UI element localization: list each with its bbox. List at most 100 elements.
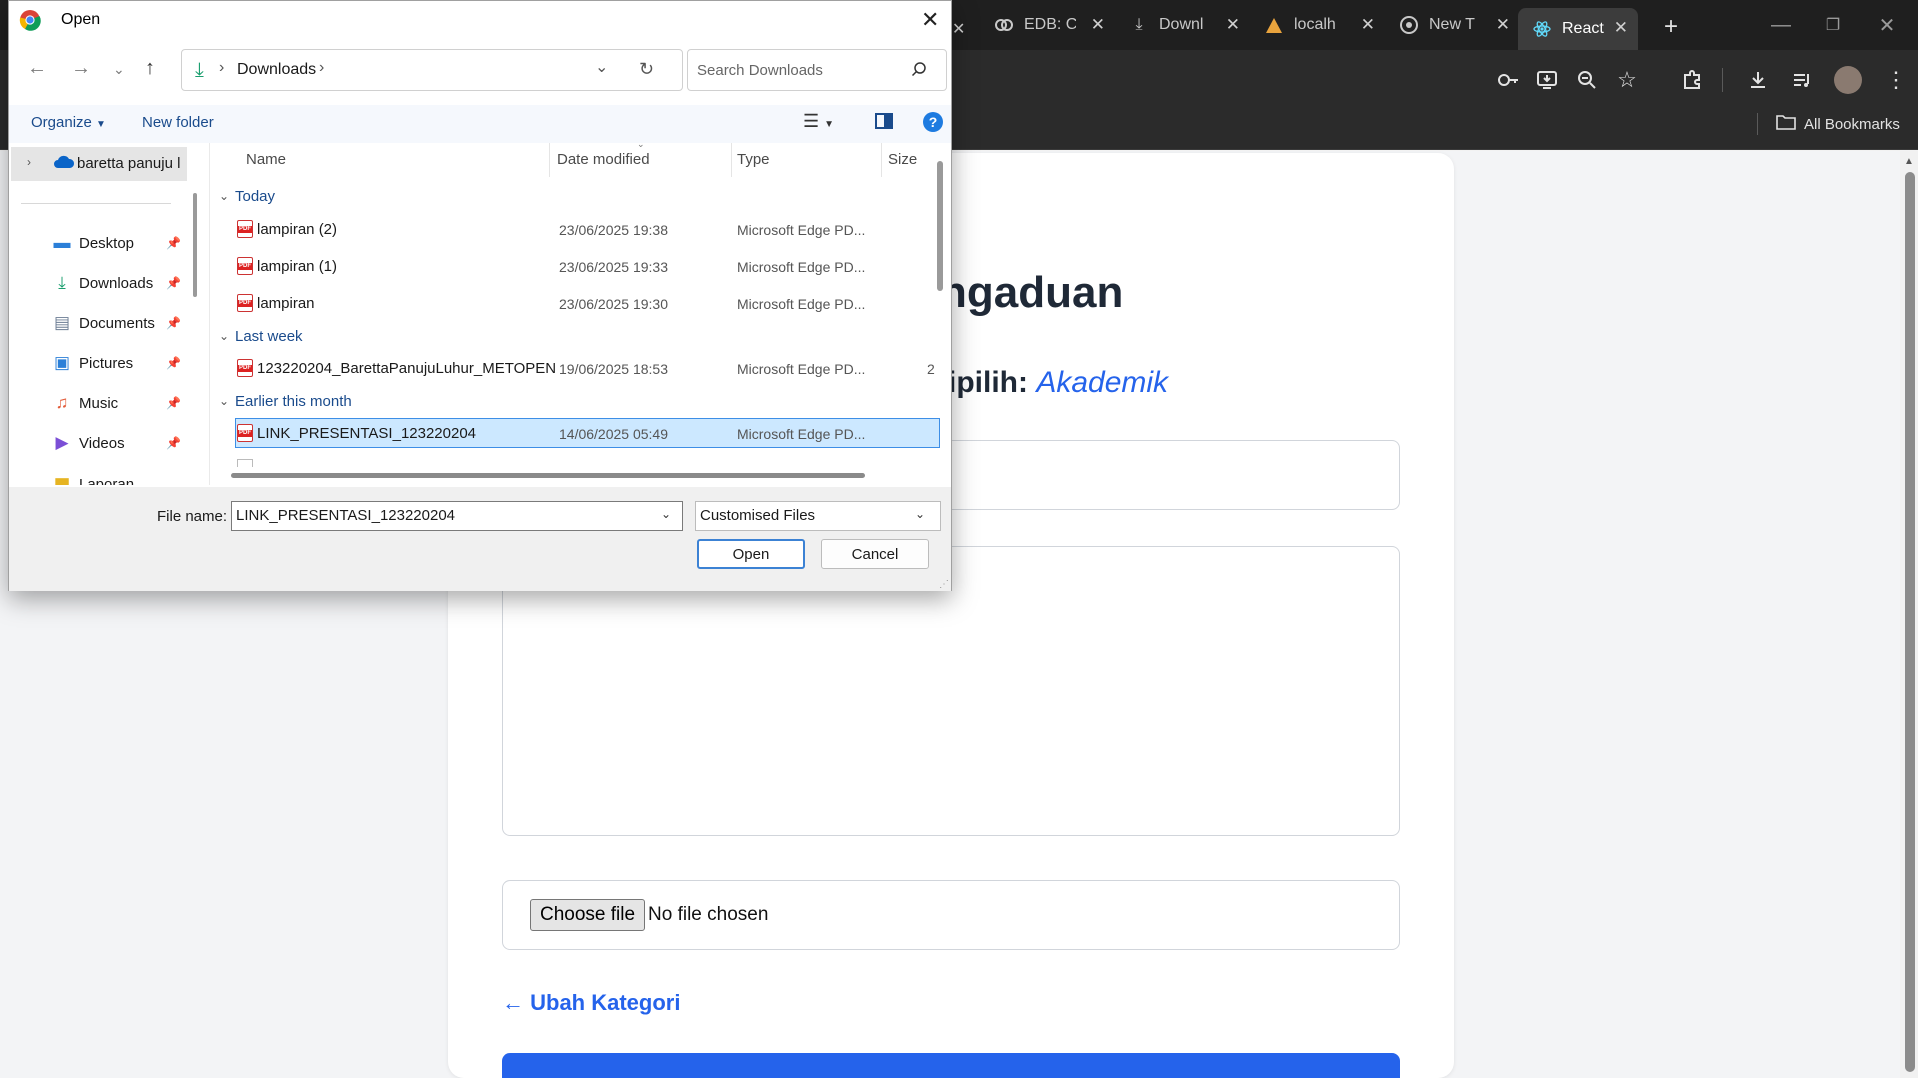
pin-icon[interactable]: 📌 bbox=[166, 356, 181, 370]
nav-item-downloads[interactable]: ⤓ Downloads bbox=[51, 266, 153, 300]
column-header-size[interactable]: Size bbox=[888, 151, 917, 168]
pane-divider[interactable] bbox=[209, 143, 210, 485]
file-date: 19/06/2025 18:53 bbox=[559, 361, 668, 377]
tab-close-icon[interactable]: ✕ bbox=[1614, 18, 1628, 38]
address-path[interactable]: Downloads bbox=[237, 61, 316, 79]
up-arrow-icon[interactable]: ↑ bbox=[145, 57, 155, 80]
chevron-down-icon[interactable]: ⌄ bbox=[915, 507, 925, 521]
scroll-up-icon[interactable]: ▲ bbox=[1904, 156, 1914, 167]
tab-react[interactable]: React ✕ bbox=[1518, 8, 1638, 50]
chevron-down-icon[interactable]: ⌄ bbox=[219, 329, 229, 343]
pin-icon[interactable]: 📌 bbox=[166, 236, 181, 250]
file-type: Microsoft Edge PD... bbox=[737, 259, 866, 275]
all-bookmarks-button[interactable]: All Bookmarks bbox=[1776, 114, 1900, 134]
extensions-icon[interactable] bbox=[1678, 66, 1706, 94]
close-window-icon[interactable]: ✕ bbox=[1870, 10, 1904, 40]
cancel-button[interactable]: Cancel bbox=[821, 539, 929, 569]
document-icon: ▤ bbox=[53, 313, 71, 332]
refresh-icon[interactable]: ↻ bbox=[639, 59, 654, 80]
music-icon: ♫ bbox=[55, 393, 69, 412]
nav-item-pictures[interactable]: ▣ Pictures bbox=[51, 346, 133, 380]
open-button[interactable]: Open bbox=[697, 539, 805, 569]
column-divider[interactable] bbox=[549, 143, 550, 177]
nav-item-desktop[interactable]: ▬ Desktop bbox=[51, 226, 135, 260]
recent-locations-icon[interactable]: ⌄ bbox=[113, 61, 125, 78]
file-list-scrollbar[interactable] bbox=[937, 161, 943, 291]
downloads-icon[interactable] bbox=[1744, 66, 1772, 94]
organize-menu[interactable]: Organize ▼ bbox=[31, 114, 106, 131]
file-name-input[interactable]: LINK_PRESENTASI_123220204 bbox=[231, 501, 683, 531]
chevron-down-icon: ▼ bbox=[96, 119, 106, 130]
install-app-icon[interactable] bbox=[1533, 66, 1561, 94]
new-folder-button[interactable]: New folder bbox=[142, 114, 214, 131]
avatar[interactable] bbox=[1834, 66, 1862, 94]
nav-item-documents[interactable]: ▤ Documents bbox=[51, 306, 155, 340]
tab-localhost[interactable]: localh ✕ bbox=[1250, 10, 1385, 40]
file-list-horizontal-scrollbar[interactable] bbox=[231, 473, 865, 478]
tab-downloads[interactable]: ⤓ Downl ✕ bbox=[1115, 10, 1250, 40]
tab-edb[interactable]: EDB: C ✕ bbox=[980, 10, 1115, 40]
view-options-icon[interactable]: ☰ ▼ bbox=[803, 111, 834, 132]
tab-close-icon[interactable]: ✕ bbox=[1091, 15, 1105, 35]
chevron-down-icon[interactable]: ⌄ bbox=[661, 507, 671, 521]
organize-label: Organize bbox=[31, 114, 92, 131]
pin-icon[interactable]: 📌 bbox=[166, 436, 181, 450]
preview-pane-icon[interactable] bbox=[875, 113, 893, 129]
search-icon bbox=[911, 61, 927, 81]
group-header-earlier-this-month[interactable]: Earlier this month bbox=[235, 393, 352, 410]
column-divider[interactable] bbox=[731, 143, 732, 177]
category-value: Akademik bbox=[1036, 366, 1169, 399]
tab-label: React bbox=[1562, 20, 1604, 37]
chevron-down-icon[interactable]: ⌄ bbox=[219, 189, 229, 203]
chevron-right-icon[interactable]: › bbox=[27, 155, 31, 169]
address-dropdown-icon[interactable]: ⌄ bbox=[595, 57, 608, 77]
resize-grip-icon[interactable]: ⋰ bbox=[939, 579, 949, 590]
file-type-select[interactable]: Customised Files bbox=[695, 501, 941, 531]
onedrive-label: baretta panuju l bbox=[77, 155, 181, 172]
column-header-name[interactable]: Name bbox=[246, 151, 286, 168]
tab-close-icon[interactable]: ✕ bbox=[952, 14, 966, 44]
choose-file-button[interactable]: Choose file bbox=[530, 899, 646, 931]
minimize-icon[interactable]: — bbox=[1764, 10, 1798, 40]
column-header-type[interactable]: Type bbox=[737, 151, 770, 168]
zoom-out-icon[interactable] bbox=[1573, 66, 1601, 94]
tab-close-icon[interactable]: ✕ bbox=[1361, 15, 1375, 35]
nav-item-laporan[interactable]: ▆ Laporan bbox=[51, 471, 191, 485]
nav-scrollbar[interactable] bbox=[193, 193, 197, 297]
column-header-date[interactable]: Date modified bbox=[557, 151, 650, 168]
new-tab-button[interactable]: + bbox=[1650, 12, 1678, 42]
group-header-today[interactable]: Today bbox=[235, 188, 275, 205]
tab-new-tab[interactable]: New T ✕ bbox=[1385, 10, 1520, 40]
change-category-link[interactable]: ← Ubah Kategori bbox=[502, 990, 680, 1016]
tab-close-icon[interactable]: ✕ bbox=[1496, 15, 1510, 35]
pdf-file-icon bbox=[237, 294, 253, 312]
forward-arrow-icon[interactable]: → bbox=[71, 57, 91, 80]
submit-button[interactable] bbox=[502, 1053, 1400, 1078]
close-icon[interactable]: ✕ bbox=[921, 7, 939, 33]
pdf-file-icon bbox=[237, 220, 253, 238]
column-divider[interactable] bbox=[881, 143, 882, 177]
page-scroll-thumb[interactable] bbox=[1905, 172, 1915, 1072]
pin-icon[interactable]: 📌 bbox=[166, 316, 181, 330]
nav-item-music[interactable]: ♫ Music bbox=[51, 386, 119, 420]
tab-close-icon[interactable]: ✕ bbox=[1226, 15, 1240, 35]
nav-label: Downloads bbox=[79, 274, 154, 292]
page-title: ngaduan bbox=[940, 268, 1124, 317]
more-menu-icon[interactable]: ⋮ bbox=[1882, 66, 1910, 94]
back-arrow-icon[interactable]: ← bbox=[27, 57, 47, 80]
chevron-down-icon[interactable]: ⌄ bbox=[219, 394, 229, 408]
bookmark-star-icon[interactable]: ☆ bbox=[1613, 66, 1641, 94]
help-icon[interactable]: ? bbox=[923, 112, 943, 132]
pin-icon[interactable]: 📌 bbox=[166, 276, 181, 290]
password-key-icon[interactable] bbox=[1494, 66, 1522, 94]
path-separator: › bbox=[219, 59, 225, 76]
group-header-last-week[interactable]: Last week bbox=[235, 328, 303, 345]
folder-icon: ▆ bbox=[55, 474, 69, 485]
nav-item-videos[interactable]: ▶ Videos bbox=[51, 426, 124, 460]
react-icon bbox=[1532, 19, 1552, 39]
media-control-icon[interactable] bbox=[1788, 66, 1816, 94]
category-prefix: ipilih: bbox=[948, 366, 1037, 399]
nav-label: Laporan bbox=[79, 475, 135, 486]
pin-icon[interactable]: 📌 bbox=[166, 396, 181, 410]
restore-icon[interactable]: ❐ bbox=[1816, 10, 1850, 40]
